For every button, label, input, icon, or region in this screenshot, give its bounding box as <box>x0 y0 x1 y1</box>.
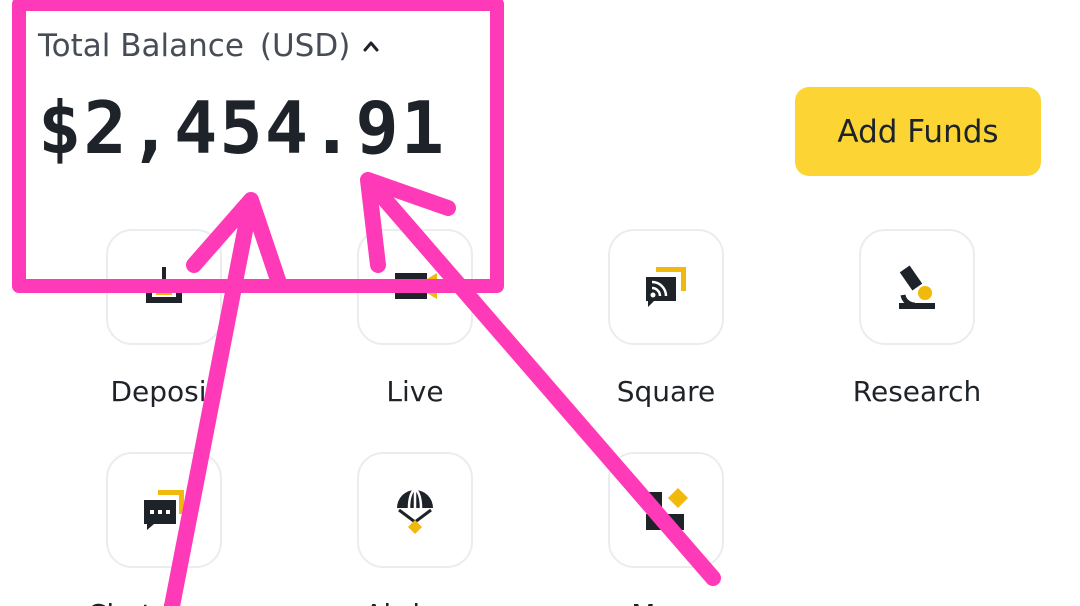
wallet-overview-screen: Total Balance (USD) $2,454.91 Add Funds … <box>0 0 1080 606</box>
shortcut-chat-room[interactable]: Chat Room <box>49 452 279 606</box>
balance-amount: $2,454.91 <box>38 86 447 170</box>
airdrop-icon-box <box>357 452 473 568</box>
shortcut-deposit[interactable]: Deposit <box>49 229 279 408</box>
shortcut-more[interactable]: More <box>551 452 781 606</box>
research-icon <box>899 265 935 309</box>
shortcut-research[interactable]: Research <box>802 229 1032 408</box>
shortcut-label: More <box>551 598 781 606</box>
shortcut-label: Research <box>852 375 982 408</box>
live-icon-box <box>357 229 473 345</box>
square-icon <box>646 267 686 307</box>
live-icon <box>395 273 437 299</box>
shortcut-label: Square <box>616 375 716 408</box>
shortcut-label: Chat Room <box>49 598 279 606</box>
balance-header[interactable]: Total Balance (USD) <box>38 28 380 64</box>
shortcut-airdrop[interactable]: Airdrop <box>300 452 530 606</box>
shortcut-square[interactable]: Square <box>551 229 781 408</box>
deposit-icon-box <box>106 229 222 345</box>
more-icon-box <box>608 452 724 568</box>
shortcut-label: Airdrop <box>300 598 530 606</box>
add-funds-button[interactable]: Add Funds <box>795 87 1041 176</box>
shortcut-live[interactable]: Live <box>300 229 530 408</box>
chevron-up-icon[interactable] <box>362 37 380 55</box>
research-icon-box <box>859 229 975 345</box>
chat-room-icon <box>144 490 184 530</box>
deposit-icon <box>146 267 182 303</box>
shortcut-label: Deposit <box>110 375 218 408</box>
balance-label: Total Balance <box>38 28 244 64</box>
more-icon <box>646 488 688 530</box>
shortcut-label: Live <box>386 375 444 408</box>
airdrop-icon <box>397 488 433 534</box>
chat-room-icon-box <box>106 452 222 568</box>
square-icon-box <box>608 229 724 345</box>
balance-currency: (USD) <box>259 28 351 64</box>
